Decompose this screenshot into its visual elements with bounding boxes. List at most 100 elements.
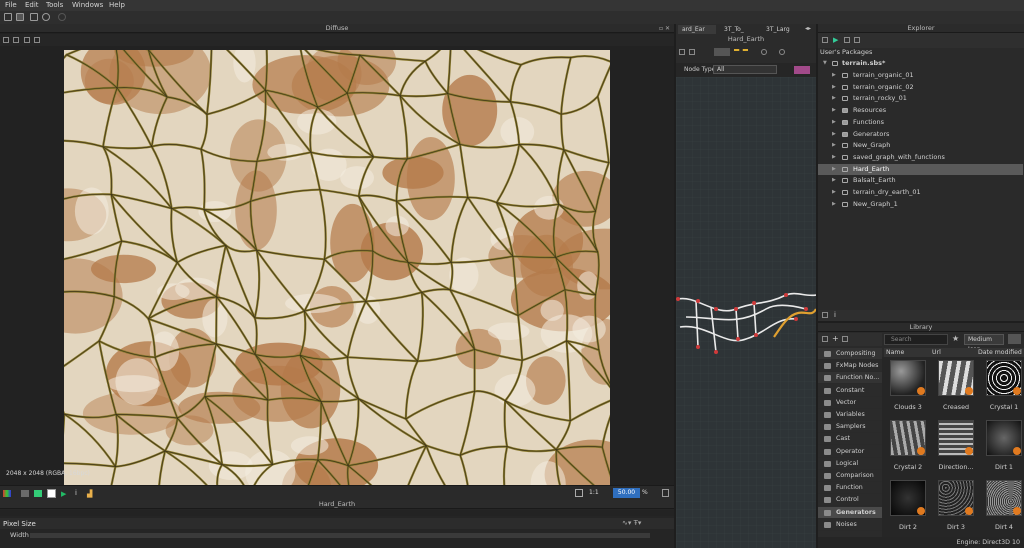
save-icon[interactable] bbox=[30, 13, 38, 21]
column-name[interactable]: Name bbox=[886, 348, 904, 357]
panel-controls-icon[interactable]: ▫ ✕ bbox=[659, 25, 670, 32]
expand-arrow-icon[interactable]: ▶ bbox=[832, 129, 836, 140]
color-mode-icon[interactable] bbox=[3, 490, 11, 497]
new-package-icon[interactable] bbox=[4, 13, 12, 21]
library-thumbnail[interactable] bbox=[890, 480, 926, 516]
explorer-play-icon[interactable]: ▶ bbox=[833, 36, 838, 44]
move-icon[interactable] bbox=[34, 37, 40, 43]
comment-icon[interactable] bbox=[734, 49, 748, 53]
library-thumbnail[interactable] bbox=[890, 420, 926, 456]
column-url[interactable]: Url bbox=[932, 348, 941, 357]
library-category-item[interactable]: Compositing ... bbox=[818, 348, 882, 369]
expand-arrow-icon[interactable]: ▶ bbox=[832, 105, 836, 116]
histogram-icon[interactable]: ▟ bbox=[87, 490, 92, 498]
menu-help[interactable]: Help bbox=[109, 1, 125, 9]
function-icon[interactable]: ∿▾ Ŧ▾ bbox=[622, 519, 641, 527]
redo-icon[interactable] bbox=[58, 13, 66, 21]
fit-icon[interactable] bbox=[575, 489, 583, 497]
library-category-item[interactable]: Cast bbox=[818, 433, 882, 446]
filter-color-swatch[interactable] bbox=[794, 66, 810, 74]
library-thumbnail[interactable] bbox=[986, 480, 1022, 516]
tab-graph-3[interactable]: 3T_Larg bbox=[762, 25, 800, 34]
tab-hard-earth[interactable]: ard_Ear bbox=[678, 25, 716, 34]
info-icon[interactable]: i bbox=[75, 489, 77, 497]
channels-icon[interactable] bbox=[13, 37, 19, 43]
expand-arrow-icon[interactable]: ▶ bbox=[832, 175, 836, 186]
menu-tools[interactable]: Tools bbox=[46, 1, 63, 9]
expand-arrow-icon[interactable]: ▶ bbox=[832, 93, 836, 104]
explorer-item[interactable]: ▶ Hard_Earth bbox=[818, 163, 1023, 175]
explorer-item[interactable]: ▶ terrain_rocky_01 bbox=[818, 93, 1023, 104]
library-category-item[interactable]: Control bbox=[818, 494, 882, 507]
info-icon[interactable]: i bbox=[834, 311, 836, 319]
zoom-dropdown-icon[interactable] bbox=[662, 489, 669, 497]
expand-arrow-icon[interactable]: ▶ bbox=[832, 187, 836, 198]
library-category-item[interactable]: Vector bbox=[818, 396, 882, 409]
explorer-item[interactable]: ▶ terrain_dry_earth_01 bbox=[818, 187, 1023, 198]
explorer-item[interactable]: ▶ Resources bbox=[818, 105, 1023, 116]
library-category-item[interactable]: FxMap Nodes bbox=[818, 360, 882, 373]
menu-windows[interactable]: Windows bbox=[72, 1, 103, 9]
graph-tool-icon[interactable] bbox=[679, 49, 685, 55]
zoom-input[interactable]: 50.00 bbox=[613, 488, 640, 498]
library-thumbnail[interactable] bbox=[890, 360, 926, 396]
explorer-save-icon[interactable] bbox=[854, 37, 860, 43]
library-category-item[interactable]: Variables bbox=[818, 409, 882, 421]
library-category-item[interactable]: Constant bbox=[818, 384, 882, 397]
library-thumbnail[interactable] bbox=[938, 480, 974, 516]
expand-arrow-icon[interactable]: ▶ bbox=[832, 82, 836, 93]
expand-arrow-icon[interactable]: ▶ bbox=[832, 140, 836, 151]
view-mode-select[interactable]: Medium Icon bbox=[964, 334, 1004, 353]
grayscale-icon[interactable] bbox=[21, 490, 29, 497]
settings-gear-icon[interactable] bbox=[779, 49, 785, 55]
library-folder-icon[interactable] bbox=[822, 336, 828, 342]
library-category-item[interactable]: Comparison bbox=[818, 470, 882, 482]
explorer-publish-icon[interactable] bbox=[844, 37, 850, 43]
library-category-item[interactable]: Samplers bbox=[818, 421, 882, 434]
link-icon[interactable] bbox=[822, 312, 828, 318]
library-category-item[interactable]: Generators bbox=[818, 506, 882, 519]
menu-file[interactable]: File bbox=[5, 1, 17, 9]
alpha-icon[interactable] bbox=[34, 490, 42, 497]
library-thumbnail[interactable] bbox=[938, 420, 974, 456]
library-category-item[interactable]: Function No... bbox=[818, 372, 882, 385]
library-category-item[interactable]: Operator bbox=[818, 445, 882, 458]
undo-icon[interactable] bbox=[42, 13, 50, 21]
clock-icon[interactable] bbox=[761, 49, 767, 55]
view-mode-icon[interactable] bbox=[1008, 334, 1021, 344]
graph-tool-icon[interactable] bbox=[689, 49, 695, 55]
tabs-scroll-icon[interactable]: ◂▸ bbox=[805, 25, 811, 32]
library-category-item[interactable]: Logical bbox=[818, 457, 882, 470]
menu-edit[interactable]: Edit bbox=[25, 1, 39, 9]
node-type-select[interactable]: All bbox=[713, 65, 777, 74]
expand-arrow-icon[interactable]: ▶ bbox=[832, 199, 836, 210]
expand-arrow-icon[interactable]: ▶ bbox=[832, 152, 836, 163]
explorer-item[interactable]: ▶ saved_graph_with_functions bbox=[818, 152, 1023, 163]
explorer-item[interactable]: ▶ terrain_organic_01 bbox=[818, 70, 1023, 81]
favorite-star-icon[interactable]: ★ bbox=[952, 334, 959, 343]
library-thumbnail[interactable] bbox=[986, 360, 1022, 396]
library-add-icon[interactable]: + bbox=[832, 334, 839, 343]
texture-preview[interactable] bbox=[64, 50, 610, 508]
explorer-item[interactable]: ▶ New_Graph bbox=[818, 140, 1023, 151]
view-options-icon[interactable] bbox=[3, 37, 9, 43]
explorer-item[interactable]: ▶ New_Graph_1 bbox=[818, 199, 1023, 210]
open-package-icon[interactable] bbox=[16, 13, 24, 21]
column-date[interactable]: Date modified bbox=[978, 348, 1022, 357]
package-row[interactable]: ▼ terrain.sbs* bbox=[818, 58, 1023, 69]
explorer-item[interactable]: ▶ terrain_organic_02 bbox=[818, 82, 1023, 93]
tiling-icon[interactable] bbox=[24, 37, 30, 43]
library-thumbnail[interactable] bbox=[938, 360, 974, 396]
library-category-item[interactable]: Function bbox=[818, 482, 882, 495]
expand-arrow-icon[interactable]: ▶ bbox=[832, 70, 836, 81]
width-slider[interactable] bbox=[30, 533, 650, 538]
background-icon[interactable] bbox=[47, 489, 56, 498]
explorer-item[interactable]: ▶ Generators bbox=[818, 129, 1023, 140]
pixel-size-section[interactable]: Pixel Size ∿▾ Ŧ▾ bbox=[0, 518, 674, 529]
expand-arrow-icon[interactable]: ▶ bbox=[832, 164, 836, 175]
library-settings-icon[interactable] bbox=[842, 336, 848, 342]
play-icon[interactable]: ▶ bbox=[61, 490, 66, 498]
explorer-item[interactable]: ▶ Functions bbox=[818, 117, 1023, 128]
library-search-input[interactable]: Search bbox=[884, 334, 948, 345]
frame-icon[interactable] bbox=[714, 48, 730, 56]
